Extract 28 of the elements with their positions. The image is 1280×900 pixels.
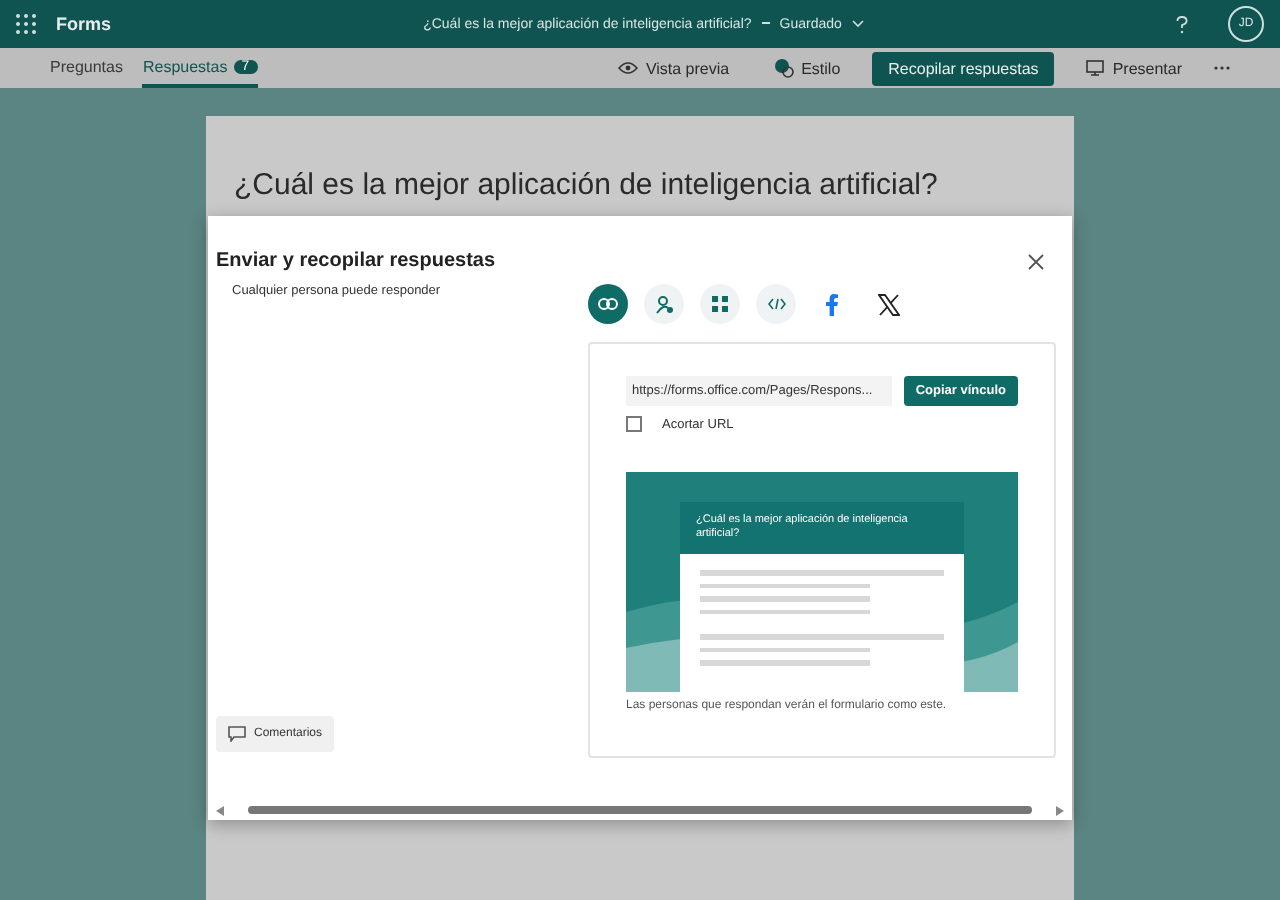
speech-bubble-icon [228, 726, 246, 742]
close-icon[interactable] [1028, 253, 1044, 269]
style-button[interactable]: Estilo [761, 56, 853, 80]
form-heading: ¿Cuál es la mejor aplicación de inteligencia artificial? [232, 166, 940, 202]
preview-button[interactable]: Vista previa [605, 57, 742, 79]
share-option[interactable] [644, 284, 684, 324]
share-option[interactable] [588, 284, 628, 324]
help-icon[interactable] [1176, 15, 1188, 33]
dialog-title: Enviar y recopilar respuestas [216, 250, 496, 272]
monitor-icon [1086, 60, 1105, 76]
scrollbar-thumb[interactable] [248, 806, 1032, 814]
app-name: Forms [56, 14, 112, 34]
code-icon [767, 298, 785, 310]
qr-code-icon [712, 296, 728, 312]
present-button[interactable]: Presentar [1074, 57, 1194, 79]
dash-icon [761, 22, 770, 26]
share-option[interactable] [700, 284, 740, 324]
chevron-down-icon[interactable] [851, 20, 864, 28]
collect-responses-button[interactable]: Recopilar respuestas [872, 51, 1055, 85]
facebook-icon [826, 293, 838, 315]
checkbox[interactable] [626, 416, 642, 432]
scroll-left-icon[interactable] [216, 805, 224, 815]
x-logo-icon [877, 293, 899, 315]
link-icon [598, 298, 618, 310]
eye-icon [617, 62, 638, 74]
scroll-right-icon[interactable] [1056, 805, 1064, 815]
app-launcher-icon[interactable] [16, 14, 36, 34]
tab[interactable]: Preguntas [50, 49, 123, 87]
